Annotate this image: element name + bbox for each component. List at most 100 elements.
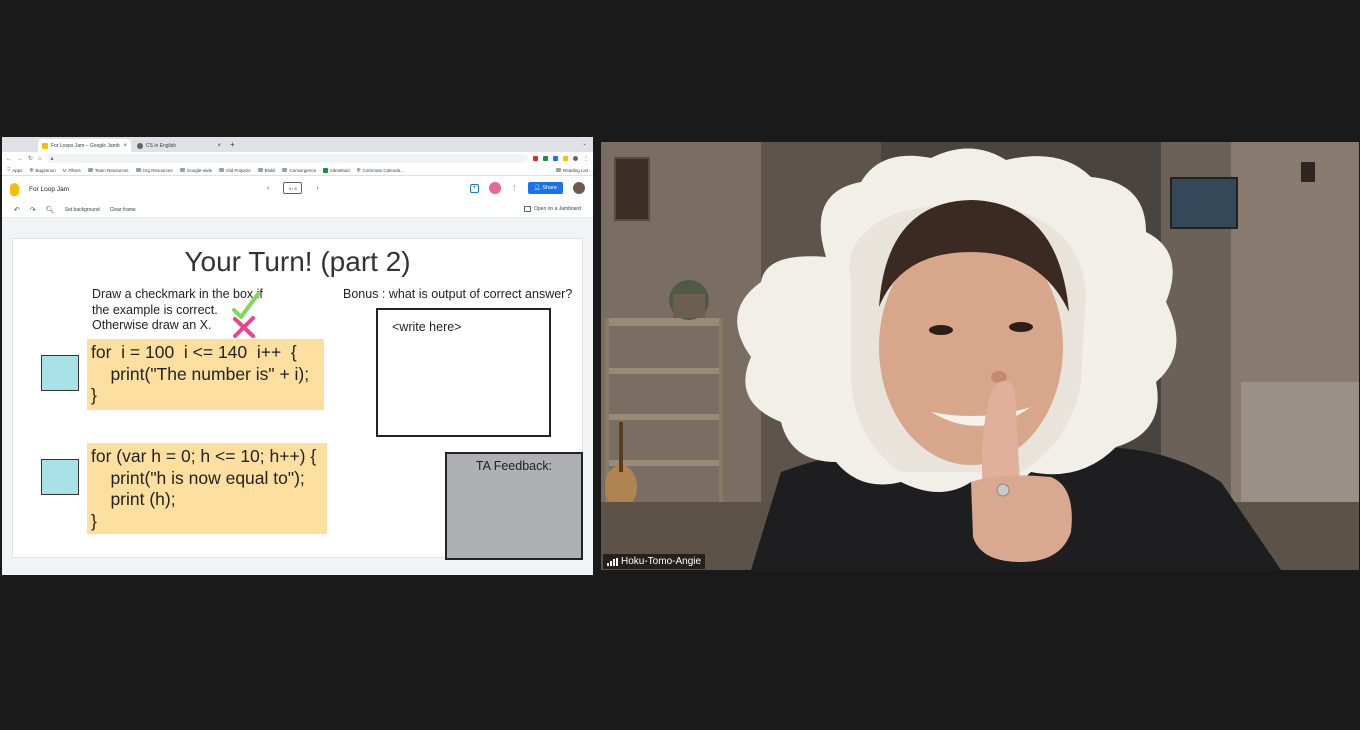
bookmark-label: Old Projects bbox=[226, 167, 251, 173]
ta-feedback-box[interactable]: TA Feedback: bbox=[445, 452, 583, 560]
participant-name-tag: Hoku-Tomo-Angie bbox=[603, 554, 706, 569]
extension-icon[interactable] bbox=[533, 156, 538, 161]
menu-icon[interactable]: ⋮ bbox=[583, 155, 589, 162]
bookmark-label: edmeltoid bbox=[330, 167, 350, 173]
bookmark-item[interactable]: ◍ Commute Calenda... bbox=[357, 167, 404, 173]
globe-icon bbox=[137, 142, 143, 149]
slide-title: Your Turn! (part 2) bbox=[184, 246, 411, 277]
bookmark-label: Commute Calenda... bbox=[362, 167, 404, 173]
folder-icon bbox=[87, 168, 93, 172]
participant-video[interactable]: Hoku-Tomo-Angie bbox=[601, 142, 1359, 570]
extension-icon[interactable] bbox=[553, 156, 558, 161]
reading-list[interactable]: Reading List bbox=[555, 167, 588, 173]
set-background-button[interactable]: Set background bbox=[65, 207, 100, 213]
answer-placeholder: <write here> bbox=[392, 320, 462, 334]
jamboard-device-icon bbox=[524, 206, 532, 212]
home-icon[interactable]: ⌂ bbox=[38, 156, 42, 162]
answer-box[interactable]: <write here> bbox=[376, 308, 551, 437]
chevron-down-icon[interactable]: ⌄ bbox=[582, 140, 587, 147]
answer-checkbox[interactable] bbox=[41, 355, 79, 391]
folder-icon bbox=[219, 168, 225, 172]
lock-icon: 🔒︎ bbox=[50, 155, 54, 162]
jamboard-header-actions: + ⋮ 👤︎ Share bbox=[469, 182, 585, 194]
bookmark-item[interactable]: ⠿ Apps bbox=[7, 167, 23, 173]
zoom-icon[interactable]: 🔍︎ bbox=[46, 206, 55, 214]
document-title[interactable]: For Loop Jam bbox=[29, 186, 69, 193]
chevron-right-icon[interactable]: › bbox=[316, 185, 318, 192]
folder-icon bbox=[282, 168, 288, 172]
gmail-icon: M bbox=[62, 167, 67, 173]
frame-navigator: ‹ 4 / 8 › bbox=[267, 182, 319, 194]
jamboard-logo-icon bbox=[10, 182, 19, 196]
bookmark-label: Team Resources bbox=[94, 167, 129, 173]
bookmark-item[interactable]: M Filters bbox=[63, 168, 81, 173]
reading-list-label: Reading List bbox=[562, 167, 588, 173]
globe-icon: ◍ bbox=[29, 167, 34, 172]
bonus-question: Bonus : what is output of correct answer… bbox=[343, 287, 573, 301]
jamboard-toolbar: ↶ ↷ 🔍︎ Set background Clear frame Open o… bbox=[2, 202, 593, 218]
bookmark-label: Google-wide bbox=[186, 167, 213, 173]
apps-icon: ⠿ bbox=[7, 167, 11, 172]
add-frame-icon[interactable]: + bbox=[469, 183, 479, 193]
reload-icon[interactable]: ↻ bbox=[28, 155, 33, 162]
x-mark-icon bbox=[233, 316, 255, 338]
globe-icon: ◍ bbox=[356, 167, 361, 172]
bookmark-item[interactable]: edmeltoid bbox=[323, 167, 350, 173]
video-frame bbox=[601, 142, 1359, 570]
tab-title: CS in English bbox=[146, 142, 177, 149]
avatar[interactable] bbox=[573, 182, 585, 194]
forward-icon[interactable]: → bbox=[17, 156, 23, 162]
bookmark-label: Apps bbox=[12, 167, 23, 173]
jamboard-favicon-icon bbox=[42, 142, 48, 149]
folder-icon bbox=[135, 168, 141, 172]
back-icon[interactable]: ← bbox=[6, 156, 12, 162]
bookmark-favicon-icon bbox=[323, 167, 329, 173]
bookmarks-bar: ⠿ Apps ◍ Bugzenon M Filters Team Resources … bbox=[2, 165, 593, 176]
clear-frame-button[interactable]: Clear frame bbox=[110, 207, 136, 213]
browser-tab-strip: For Loops Jam – Google Jamb... × CS in E… bbox=[2, 137, 593, 152]
frame-indicator[interactable]: 4 / 8 bbox=[283, 182, 303, 194]
bookmark-item[interactable]: ◍ Bugzenon bbox=[30, 167, 56, 173]
bookmark-label: Org Resources bbox=[142, 167, 173, 173]
shared-screen: For Loops Jam – Google Jamb... × CS in E… bbox=[2, 137, 593, 575]
participant-name: Hoku-Tomo-Angie bbox=[621, 556, 702, 567]
bookmark-label: Convergence bbox=[289, 167, 317, 173]
bookmark-item[interactable]: Old Projects bbox=[219, 168, 251, 173]
browser-tab-active[interactable]: For Loops Jam – Google Jamb... × bbox=[38, 139, 131, 152]
bookmark-item[interactable]: Team Resources bbox=[87, 167, 129, 173]
folder-icon bbox=[257, 168, 263, 172]
profile-icon[interactable] bbox=[573, 156, 578, 161]
jamboard-header: For Loop Jam ‹ 4 / 8 › + ⋮ 👤︎ Share bbox=[2, 176, 593, 202]
code-example-1: for i = 100 i <= 140 i++ { print("The nu… bbox=[87, 339, 324, 410]
bookmark-label: Bugzenon bbox=[35, 167, 56, 173]
bookmark-label: Filters bbox=[68, 167, 81, 173]
bookmark-item[interactable]: Google-wide bbox=[179, 167, 213, 173]
share-button[interactable]: 👤︎ Share bbox=[527, 182, 563, 194]
address-bar[interactable]: 🔒︎ bbox=[46, 154, 528, 163]
tab-title: For Loops Jam – Google Jamb... bbox=[51, 142, 121, 149]
bookmark-item[interactable]: Org Resources bbox=[135, 167, 173, 173]
new-tab-button[interactable]: + bbox=[230, 139, 235, 151]
bookmark-label: Blokli bbox=[264, 167, 276, 173]
extension-icon[interactable] bbox=[543, 156, 548, 161]
undo-icon[interactable]: ↶ bbox=[14, 206, 20, 214]
bookmark-item[interactable]: Blokli bbox=[257, 167, 276, 173]
redo-icon[interactable]: ↷ bbox=[30, 206, 36, 214]
answer-checkbox[interactable] bbox=[41, 459, 79, 495]
close-icon[interactable]: × bbox=[217, 143, 221, 149]
share-label: Share bbox=[542, 185, 557, 191]
browser-tab[interactable]: CS in English × bbox=[133, 139, 225, 152]
signal-strength-icon bbox=[607, 557, 618, 566]
bookmark-item[interactable]: Convergence bbox=[282, 168, 316, 173]
close-icon[interactable]: × bbox=[123, 143, 127, 149]
meeting-stage: For Loops Jam – Google Jamb... × CS in E… bbox=[0, 0, 1360, 730]
reading-list-icon bbox=[555, 168, 561, 172]
more-icon[interactable]: ⋮ bbox=[511, 184, 518, 192]
open-on-jamboard-button[interactable]: Open on a Jamboard bbox=[524, 206, 581, 212]
open-on-jamboard-label: Open on a Jamboard bbox=[534, 206, 581, 212]
extension-icon[interactable] bbox=[563, 156, 568, 161]
jamboard-frame[interactable]: Your Turn! (part 2) Draw a checkmark in … bbox=[12, 238, 583, 560]
avatar[interactable] bbox=[488, 182, 501, 194]
chevron-left-icon[interactable]: ‹ bbox=[267, 185, 269, 192]
folder-icon bbox=[179, 168, 185, 172]
